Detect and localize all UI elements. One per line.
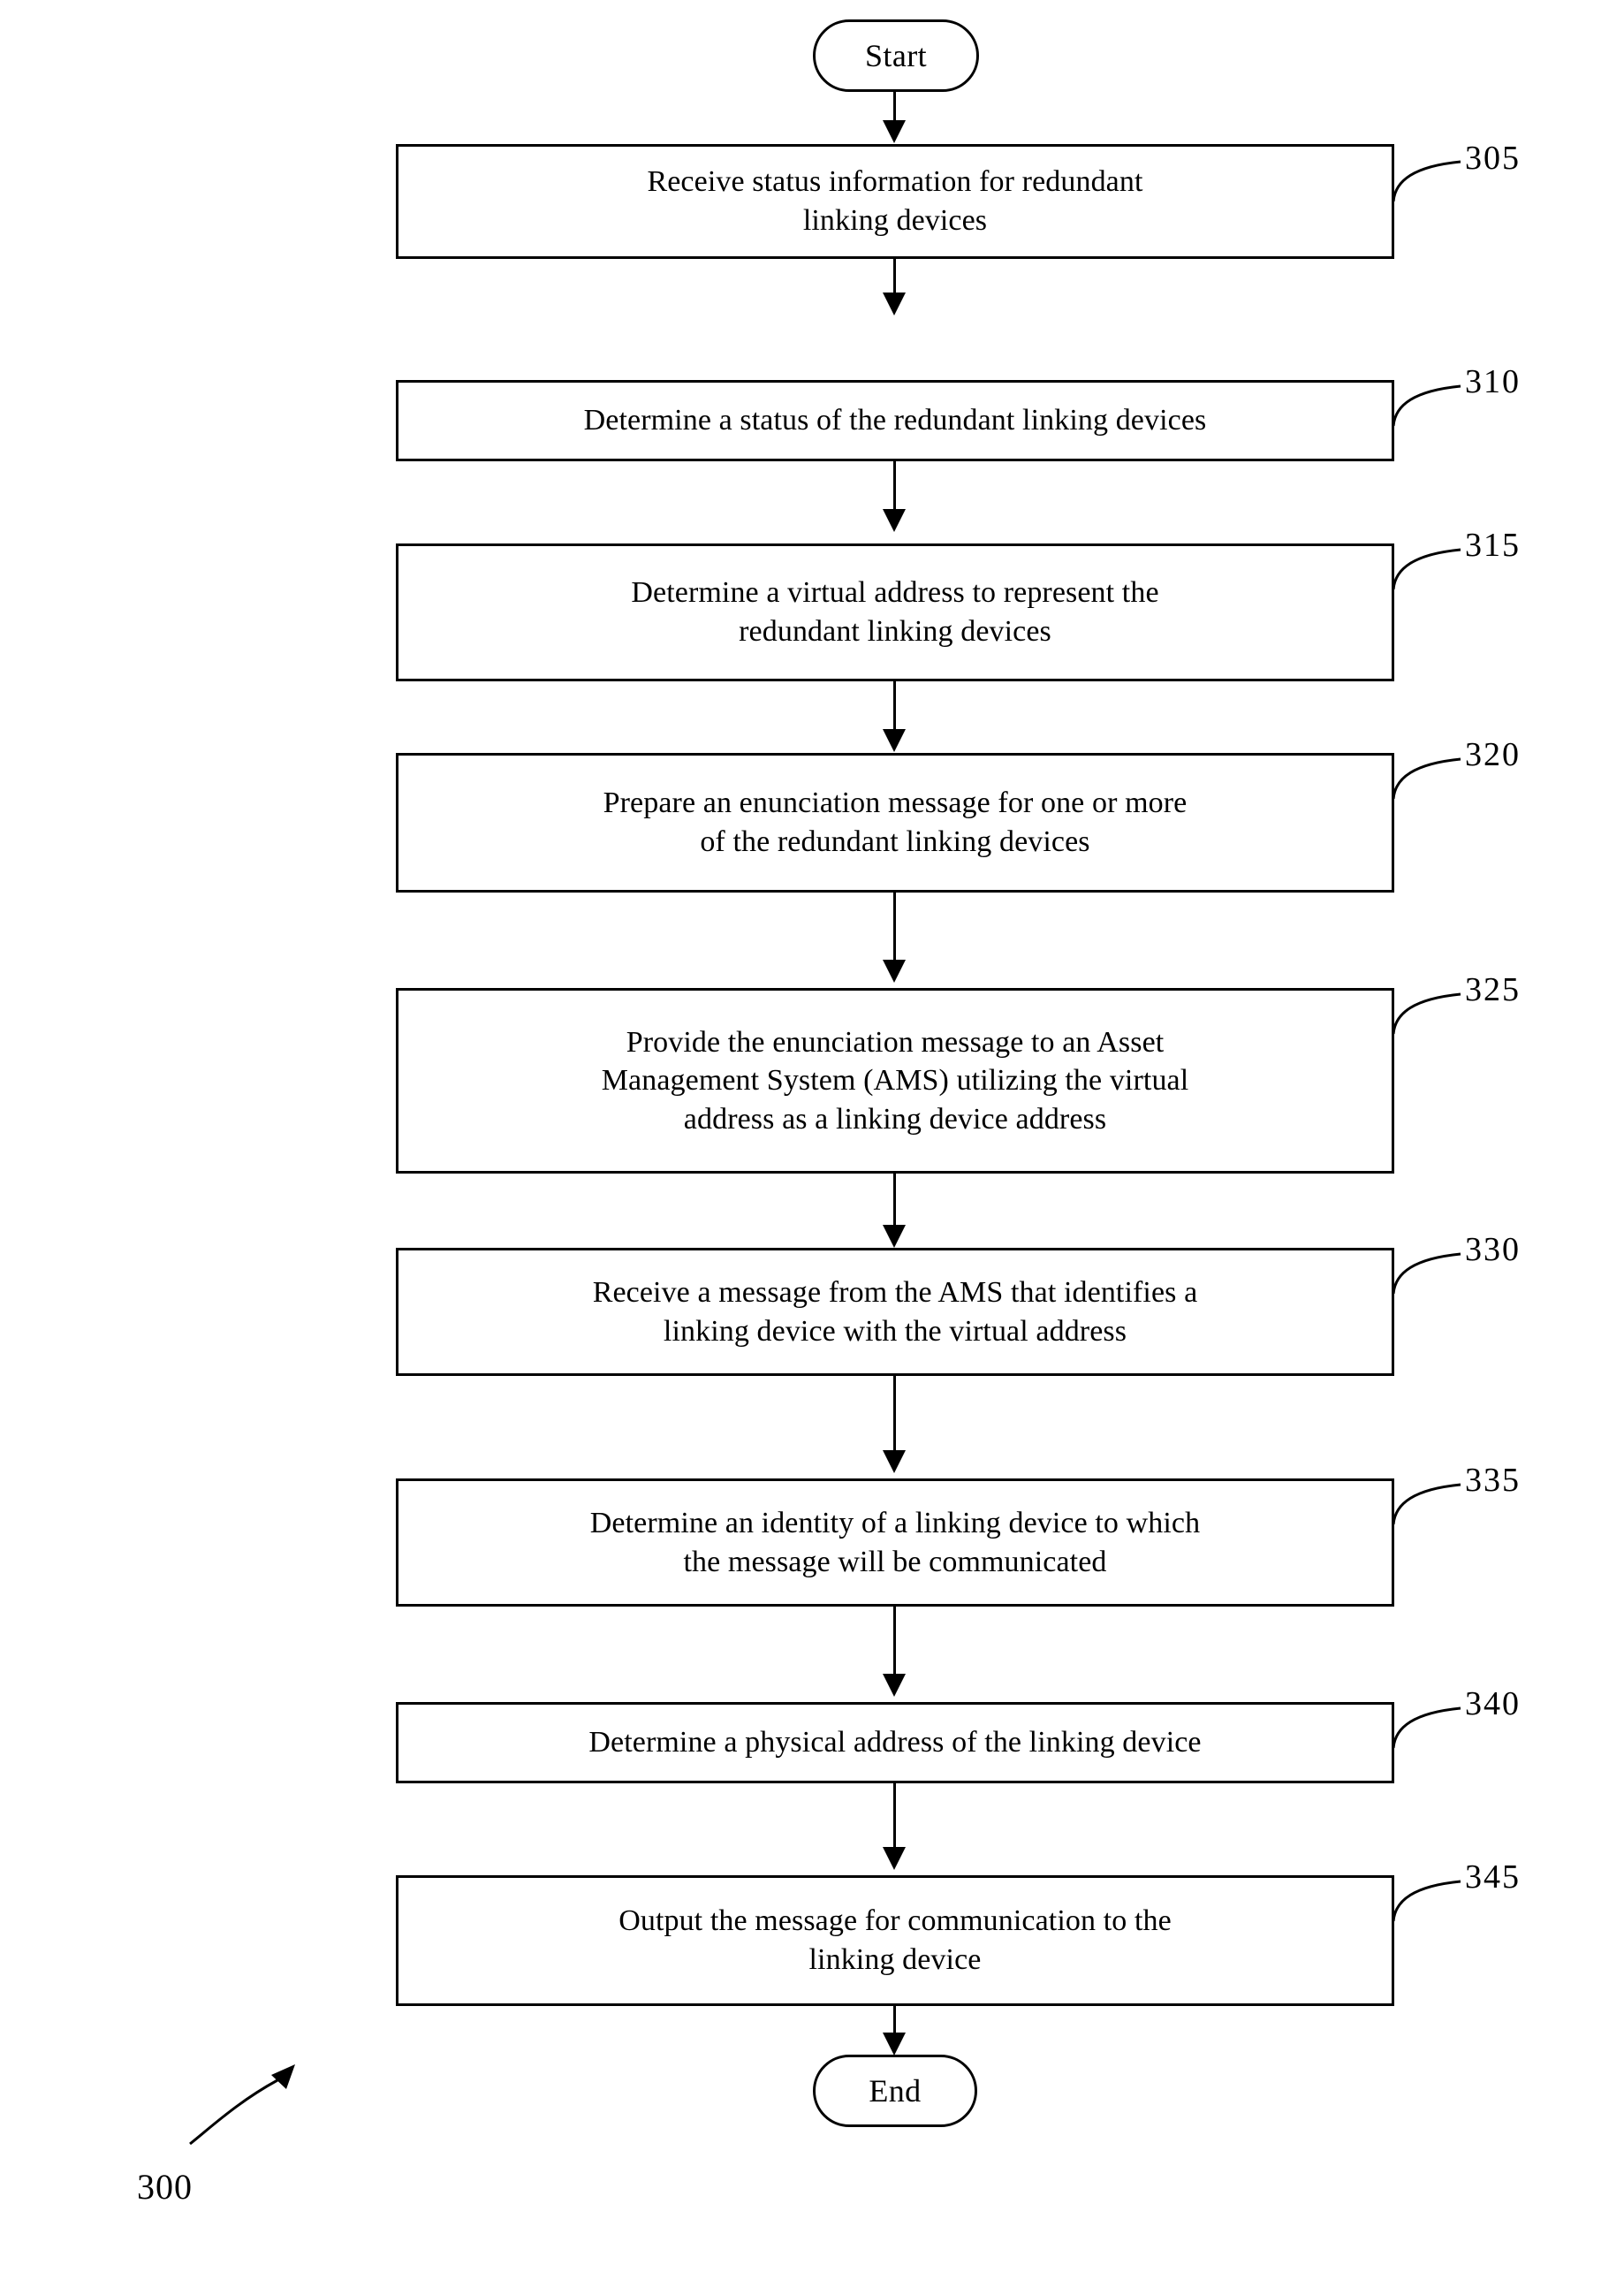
figure-number-label: 300 [137,2167,193,2207]
end-terminal: End [813,2055,977,2127]
arrowhead-325-to-330 [883,1225,906,1248]
arrowhead-start-to-305 [883,120,906,143]
reference-numeral-325: 325 [1465,971,1521,1008]
connector-335-to-340 [893,1607,896,1677]
reference-numeral-345: 345 [1465,1858,1521,1896]
process-box-315: Determine a virtual address to represent… [396,543,1394,681]
process-box-345: Output the message for communication to … [396,1875,1394,2006]
process-box-305: Receive status information for redundant… [396,144,1394,259]
start-terminal: Start [813,19,979,92]
process-box-305-text: Receive status information for redundant… [647,165,1143,237]
process-box-320: Prepare an enunciation message for one o… [396,753,1394,893]
connector-310-to-315 [893,461,896,513]
flowchart-diagram: Start Receive status information for red… [0,0,1624,2295]
arrowhead-315-to-320 [883,729,906,752]
connector-340-to-345 [893,1783,896,1850]
reference-numeral-320: 320 [1465,736,1521,773]
process-box-325: Provide the enunciation message to an As… [396,988,1394,1174]
process-box-335: Determine an identity of a linking devic… [396,1478,1394,1607]
arrowhead-320-to-325 [883,960,906,983]
connector-305-to-310 [893,259,896,296]
arrowhead-345-to-end [883,2033,906,2056]
end-terminal-label: End [869,2073,922,2109]
leader-line-345 [1392,1880,1461,1922]
figure-label-leader-arrow [189,2064,295,2146]
connector-315-to-320 [893,681,896,733]
arrowhead-330-to-335 [883,1450,906,1473]
arrowhead-305-to-310 [883,293,906,315]
process-box-330-text: Receive a message from the AMS that iden… [592,1275,1198,1348]
process-box-340-text: Determine a physical address of the link… [588,1726,1202,1759]
connector-start-to-305 [893,92,896,124]
leader-line-320 [1392,757,1461,800]
arrowhead-340-to-345 [883,1847,906,1870]
start-terminal-label: Start [865,38,927,73]
leader-line-335 [1392,1483,1461,1525]
process-box-345-text: Output the message for communication to … [618,1904,1172,1976]
connector-330-to-335 [893,1376,896,1454]
reference-numeral-340: 340 [1465,1685,1521,1722]
process-box-320-text: Prepare an enunciation message for one o… [603,787,1188,858]
reference-numeral-330: 330 [1465,1231,1521,1268]
connector-325-to-330 [893,1174,896,1228]
leader-line-330 [1392,1252,1461,1295]
leader-line-325 [1392,992,1461,1035]
leader-line-310 [1392,384,1461,427]
process-box-315-text: Determine a virtual address to represent… [631,576,1159,648]
arrowhead-335-to-340 [883,1674,906,1697]
process-box-310-text: Determine a status of the redundant link… [583,404,1207,437]
reference-numeral-310: 310 [1465,363,1521,400]
reference-numeral-315: 315 [1465,527,1521,564]
connector-320-to-325 [893,893,896,963]
process-box-310: Determine a status of the redundant link… [396,380,1394,461]
leader-line-340 [1392,1706,1461,1749]
reference-numeral-335: 335 [1465,1462,1521,1499]
process-box-325-text: Provide the enunciation message to an As… [601,1025,1189,1136]
leader-line-315 [1392,548,1461,590]
reference-numeral-305: 305 [1465,140,1521,177]
process-box-330: Receive a message from the AMS that iden… [396,1248,1394,1376]
process-box-340: Determine a physical address of the link… [396,1702,1394,1783]
process-box-335-text: Determine an identity of a linking devic… [589,1506,1201,1578]
arrowhead-310-to-315 [883,509,906,532]
leader-line-305 [1392,160,1461,202]
